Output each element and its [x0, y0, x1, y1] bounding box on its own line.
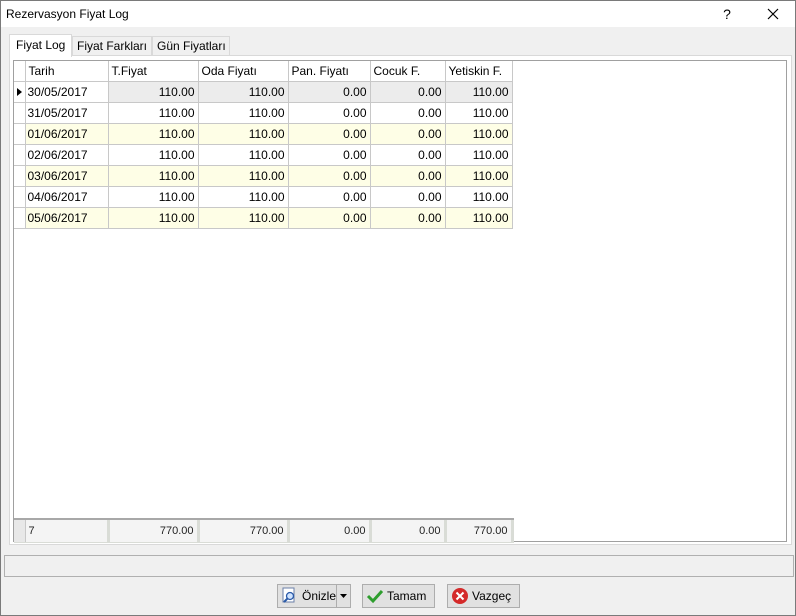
close-button[interactable]	[751, 1, 795, 27]
cell-tfiyat[interactable]: 110.00	[108, 102, 199, 124]
grid-header-row: Tarih T.Fiyat Oda Fiyatı Pan. Fiyatı Coc…	[14, 61, 513, 82]
cell-yetiskin-f[interactable]: 110.00	[445, 165, 513, 187]
preview-button[interactable]: Önizle	[277, 584, 351, 608]
column-header-tfiyat[interactable]: T.Fiyat	[108, 61, 199, 82]
ok-button[interactable]: Tamam	[362, 584, 435, 608]
window-title: Rezervasyon Fiyat Log	[6, 7, 129, 21]
cell-pan-fiyati[interactable]: 0.00	[288, 102, 371, 124]
cell-tfiyat[interactable]: 110.00	[108, 144, 199, 166]
tab-gun-fiyatlari[interactable]: Gün Fiyatları	[152, 36, 230, 56]
cell-cocuk-f[interactable]: 0.00	[370, 123, 446, 145]
column-header-tarih[interactable]: Tarih	[25, 61, 109, 82]
help-button[interactable]: ?	[705, 1, 749, 27]
cell-oda-fiyati[interactable]: 110.00	[198, 165, 289, 187]
cell-yetiskin-f[interactable]: 110.00	[445, 207, 513, 229]
cell-pan-fiyati[interactable]: 0.00	[288, 81, 371, 103]
table-row[interactable]: 01/06/2017 110.00 110.00 0.00 0.00 110.0…	[14, 123, 513, 145]
table-row[interactable]: 05/06/2017 110.00 110.00 0.00 0.00 110.0…	[14, 207, 513, 229]
column-header-cocuk-f[interactable]: Cocuk F.	[370, 61, 446, 82]
cell-tarih[interactable]: 05/06/2017	[25, 207, 109, 229]
cell-yetiskin-f[interactable]: 110.00	[445, 123, 513, 145]
footer-sum-yetiskin-f: 770.00	[445, 520, 514, 543]
tab-fiyat-farklari[interactable]: Fiyat Farkları	[72, 36, 152, 56]
cell-oda-fiyati[interactable]: 110.00	[198, 186, 289, 208]
footer-count: 7	[25, 520, 110, 543]
cell-tfiyat[interactable]: 110.00	[108, 123, 199, 145]
cell-tarih[interactable]: 02/06/2017	[25, 144, 109, 166]
row-indicator	[14, 144, 26, 166]
current-row-arrow-icon	[17, 87, 22, 96]
cell-yetiskin-f[interactable]: 110.00	[445, 81, 513, 103]
column-header-yetiskin-f[interactable]: Yetiskin F.	[445, 61, 513, 82]
chevron-down-icon	[340, 594, 347, 598]
cell-pan-fiyati[interactable]: 0.00	[288, 165, 371, 187]
cell-cocuk-f[interactable]: 0.00	[370, 207, 446, 229]
row-indicator	[14, 207, 26, 229]
cell-tarih[interactable]: 31/05/2017	[25, 102, 109, 124]
footer-sum-tfiyat: 770.00	[108, 520, 200, 543]
cell-oda-fiyati[interactable]: 110.00	[198, 81, 289, 103]
cell-tfiyat[interactable]: 110.00	[108, 186, 199, 208]
cell-oda-fiyati[interactable]: 110.00	[198, 144, 289, 166]
column-header-pan-fiyati[interactable]: Pan. Fiyatı	[288, 61, 371, 82]
preview-dropdown-button[interactable]	[336, 585, 350, 607]
table-row[interactable]: 30/05/2017 110.00 110.00 0.00 0.00 110.0…	[14, 81, 513, 103]
cancel-x-icon	[452, 588, 468, 604]
cell-oda-fiyati[interactable]: 110.00	[198, 123, 289, 145]
status-bar	[4, 555, 794, 577]
header-indicator-cell	[14, 61, 26, 82]
footer-sum-pan-fiyati: 0.00	[288, 520, 372, 543]
table-row[interactable]: 03/06/2017 110.00 110.00 0.00 0.00 110.0…	[14, 165, 513, 187]
cell-cocuk-f[interactable]: 0.00	[370, 102, 446, 124]
cell-pan-fiyati[interactable]: 0.00	[288, 207, 371, 229]
cell-tarih[interactable]: 04/06/2017	[25, 186, 109, 208]
row-indicator	[14, 81, 26, 103]
close-icon	[767, 8, 779, 20]
grid-footer-summary: 7 770.00 770.00 0.00 0.00 770.00	[14, 518, 514, 543]
cell-pan-fiyati[interactable]: 0.00	[288, 144, 371, 166]
cell-tfiyat[interactable]: 110.00	[108, 165, 199, 187]
row-indicator	[14, 186, 26, 208]
cell-oda-fiyati[interactable]: 110.00	[198, 102, 289, 124]
column-header-oda-fiyati[interactable]: Oda Fiyatı	[198, 61, 289, 82]
cell-tfiyat[interactable]: 110.00	[108, 207, 199, 229]
cell-tarih[interactable]: 03/06/2017	[25, 165, 109, 187]
cell-tarih[interactable]: 30/05/2017	[25, 81, 109, 103]
table-row[interactable]: 02/06/2017 110.00 110.00 0.00 0.00 110.0…	[14, 144, 513, 166]
cell-cocuk-f[interactable]: 0.00	[370, 144, 446, 166]
title-bar: Rezervasyon Fiyat Log ?	[1, 1, 795, 27]
row-indicator	[14, 102, 26, 124]
table-row[interactable]: 31/05/2017 110.00 110.00 0.00 0.00 110.0…	[14, 102, 513, 124]
footer-sum-cocuk-f: 0.00	[370, 520, 447, 543]
tab-fiyat-log[interactable]: Fiyat Log	[9, 34, 72, 57]
cancel-button[interactable]: Vazgeç	[447, 584, 520, 608]
cell-pan-fiyati[interactable]: 0.00	[288, 123, 371, 145]
cell-cocuk-f[interactable]: 0.00	[370, 186, 446, 208]
cell-cocuk-f[interactable]: 0.00	[370, 81, 446, 103]
preview-button-label: Önizle	[302, 589, 337, 603]
cell-yetiskin-f[interactable]: 110.00	[445, 102, 513, 124]
cell-tfiyat[interactable]: 110.00	[108, 81, 199, 103]
preview-magnifier-icon	[282, 587, 295, 603]
footer-sum-oda-fiyati: 770.00	[198, 520, 290, 543]
footer-indicator-cell	[14, 520, 26, 543]
price-log-grid[interactable]: Tarih T.Fiyat Oda Fiyatı Pan. Fiyatı Coc…	[13, 60, 787, 543]
cell-yetiskin-f[interactable]: 110.00	[445, 186, 513, 208]
cell-tarih[interactable]: 01/06/2017	[25, 123, 109, 145]
table-row[interactable]: 04/06/2017 110.00 110.00 0.00 0.00 110.0…	[14, 186, 513, 208]
cell-yetiskin-f[interactable]: 110.00	[445, 144, 513, 166]
dialog-window: Rezervasyon Fiyat Log ? Fiyat Log Fiyat …	[0, 0, 796, 616]
ok-button-label: Tamam	[387, 589, 427, 603]
tab-page-fiyat-log: Tarih T.Fiyat Oda Fiyatı Pan. Fiyatı Coc…	[9, 55, 792, 545]
row-indicator	[14, 165, 26, 187]
row-indicator	[14, 123, 26, 145]
cancel-button-label: Vazgeç	[472, 589, 512, 603]
grid-table: Tarih T.Fiyat Oda Fiyatı Pan. Fiyatı Coc…	[14, 61, 513, 229]
checkmark-icon	[366, 589, 384, 604]
cell-pan-fiyati[interactable]: 0.00	[288, 186, 371, 208]
cell-oda-fiyati[interactable]: 110.00	[198, 207, 289, 229]
cell-cocuk-f[interactable]: 0.00	[370, 165, 446, 187]
